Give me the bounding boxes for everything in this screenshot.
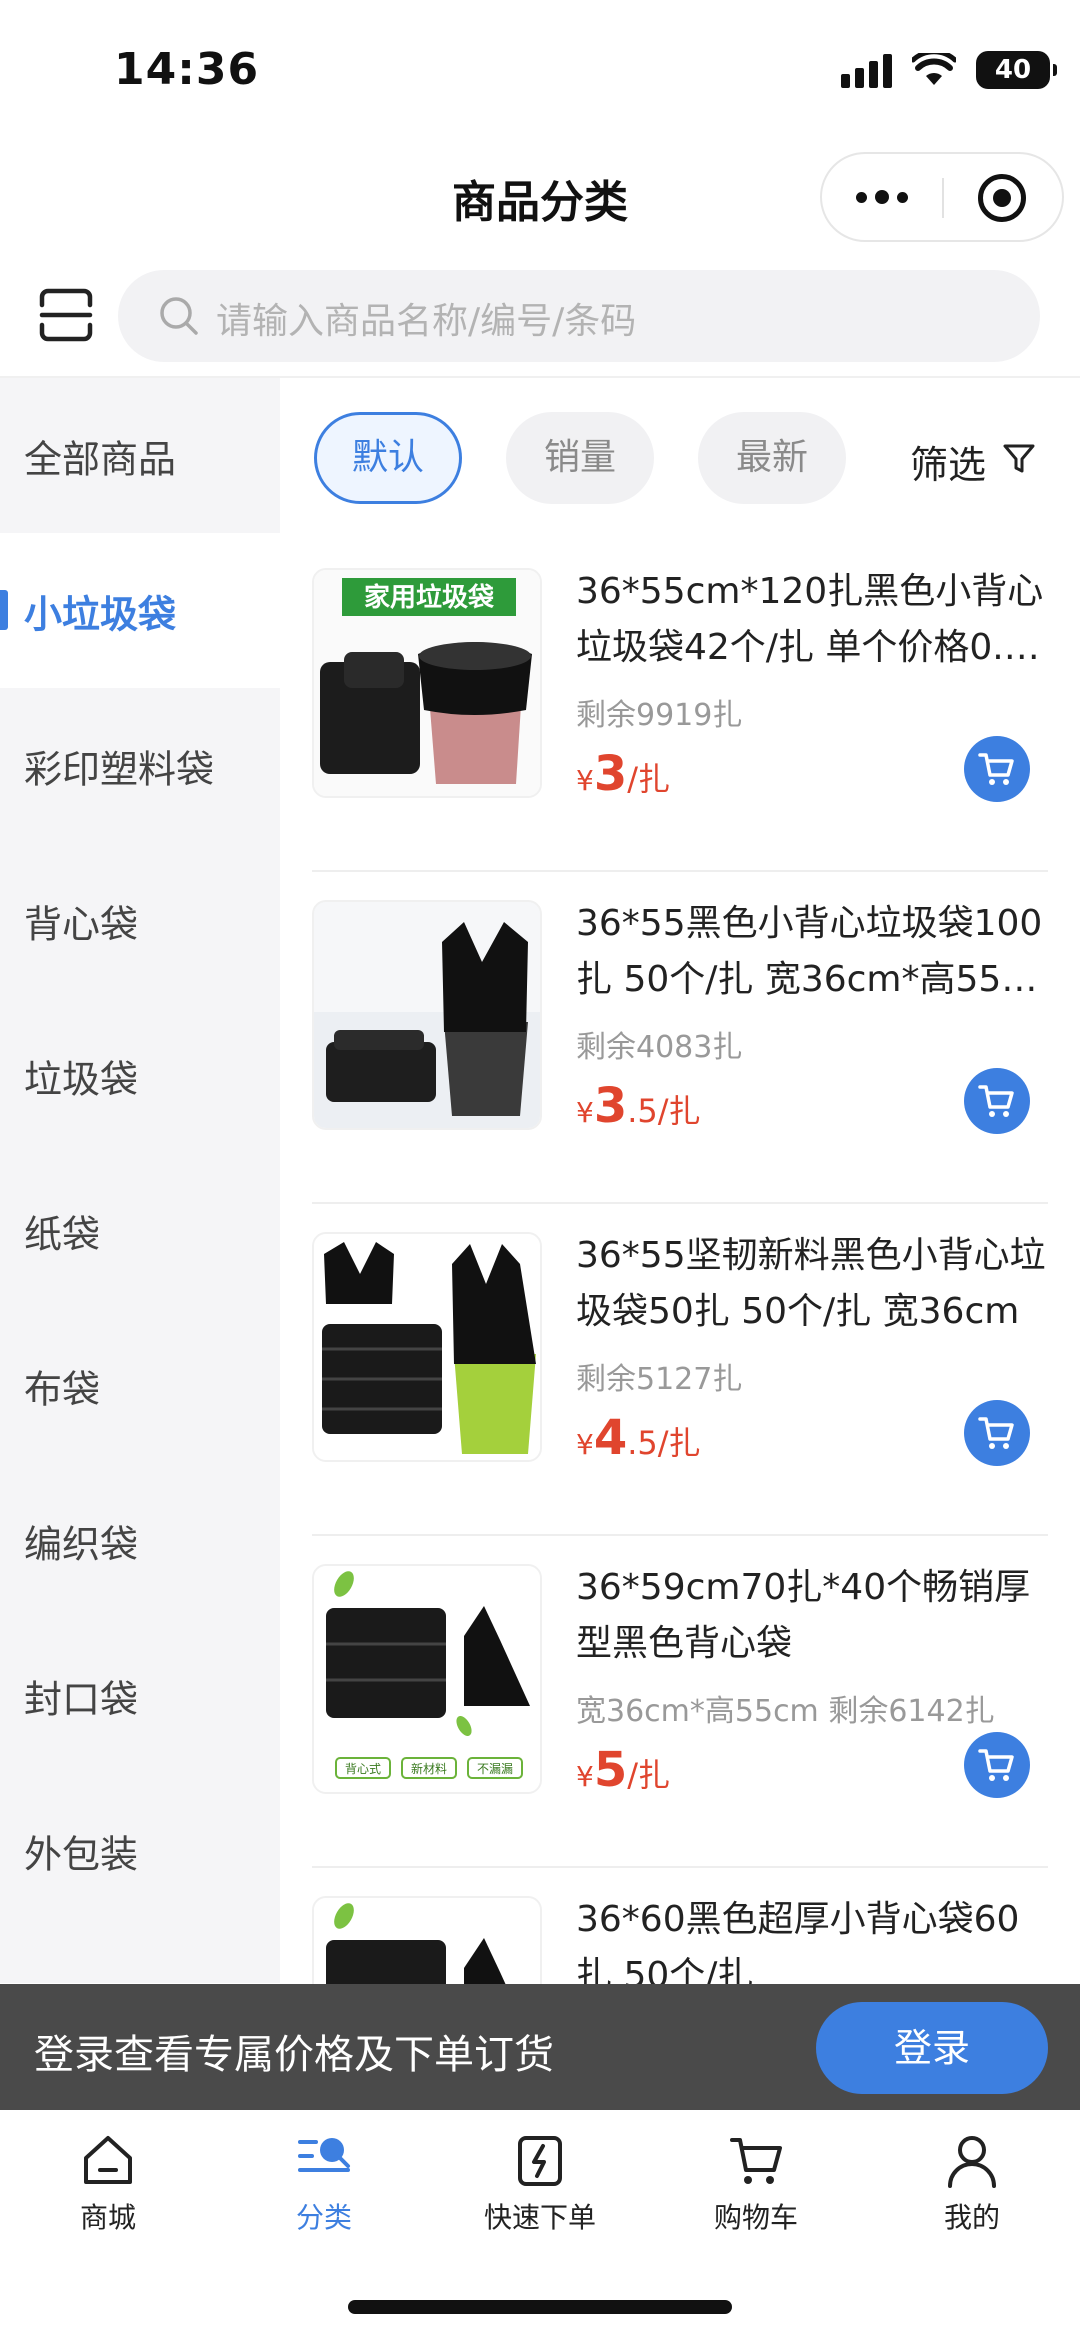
sidebar-item-paper-bags[interactable]: 纸袋 (0, 1153, 280, 1308)
product-thumb-tag: 不漏漏 (477, 1762, 513, 1776)
home-indicator (348, 2300, 732, 2314)
sort-sales-chip[interactable]: 销量 (506, 412, 654, 504)
sidebar-item-label: 外包装 (24, 1832, 139, 1876)
sidebar-item-label: 背心袋 (24, 902, 139, 946)
tab-label: 商城 (79, 2201, 136, 2234)
trash-bag-product-photo: 家用垃圾袋 (314, 570, 540, 796)
product-name: 36*55cm*120扎黑色小背心垃圾袋42个/扎 单个价格0.07 (576, 571, 1044, 668)
cart-icon (978, 1749, 1014, 1781)
category-icon (298, 2138, 350, 2172)
login-banner: 登录查看专属价格及下单订货 登录 (0, 1984, 1080, 2110)
product-price: ¥3.5/扎 (576, 1078, 701, 1134)
product-card[interactable]: 背心式 新材料 不漏漏 36*59cm70扎*40个畅销厚型黑色背心袋 宽36c… (312, 1536, 1048, 1868)
sidebar-item-label: 彩印塑料袋 (24, 747, 215, 791)
product-price: ¥4.5/扎 (576, 1410, 701, 1466)
tab-profile[interactable]: 我的 (864, 2130, 1080, 2250)
quick-order-icon (518, 2136, 562, 2186)
tab-cart[interactable]: 购物车 (648, 2130, 864, 2250)
status-bar: 14:36 40 (0, 0, 1080, 140)
tab-category[interactable]: 分类 (216, 2130, 432, 2250)
sidebar-item-label: 编织袋 (24, 1522, 139, 1566)
home-icon (84, 2136, 132, 2184)
sort-default-chip[interactable]: 默认 (314, 412, 462, 504)
product-price: ¥3/扎 (576, 746, 671, 802)
product-image[interactable]: 背心式 新材料 不漏漏 (312, 1564, 542, 1794)
sidebar-item-label: 小垃圾袋 (24, 592, 177, 636)
filter-funnel-icon[interactable] (1002, 442, 1036, 476)
sort-newest-chip[interactable]: 最新 (698, 412, 846, 504)
title-bar: 商品分类 (0, 140, 1080, 250)
tab-label: 快速下单 (483, 2201, 596, 2234)
product-price: ¥5/扎 (576, 1742, 671, 1798)
login-prompt-text: 登录查看专属价格及下单订货 (34, 2032, 554, 2078)
product-card[interactable]: 36*55黑色小背心垃圾袋100扎 50个/扎 宽36cm*高55cm 剩余40… (312, 872, 1048, 1204)
product-name: 36*55坚韧新料黑色小背心垃圾袋50扎 50个/扎 宽36cm (576, 1235, 1046, 1332)
sidebar-item-cloth-bags[interactable]: 布袋 (0, 1308, 280, 1463)
tab-label: 购物车 (713, 2201, 798, 2234)
sidebar-item-label: 全部商品 (24, 437, 177, 481)
status-time: 14:36 (114, 44, 260, 95)
sidebar-item-zip-bags[interactable]: 封口袋 (0, 1618, 280, 1773)
product-stock: 剩余9919扎 (576, 698, 743, 733)
search-input[interactable]: 请输入商品名称/编号/条码 (118, 270, 1040, 362)
sidebar-item-vest-bags[interactable]: 背心袋 (0, 843, 280, 998)
trash-bag-product-photo (314, 1234, 540, 1460)
sidebar-item-all[interactable]: 全部商品 (0, 378, 280, 533)
cart-icon (978, 1417, 1014, 1449)
sidebar-item-label: 布袋 (24, 1367, 101, 1411)
trash-bag-product-photo: 背心式 新材料 不漏漏 (314, 1566, 540, 1792)
search-icon (160, 297, 198, 335)
capsule-divider (942, 178, 944, 218)
sidebar-item-label: 纸袋 (24, 1212, 101, 1256)
search-placeholder: 请输入商品名称/编号/条码 (216, 301, 637, 342)
product-stock: 剩余4083扎 (576, 1030, 743, 1065)
filter-button[interactable]: 筛选 (910, 434, 986, 489)
add-to-cart-button[interactable] (964, 1732, 1030, 1798)
product-image[interactable] (312, 1232, 542, 1462)
add-to-cart-button[interactable] (964, 1068, 1030, 1134)
sidebar-item-label: 封口袋 (24, 1677, 139, 1721)
wifi-icon (912, 53, 956, 85)
cart-icon (730, 2138, 782, 2184)
product-thumb-tag: 新材料 (411, 1761, 447, 1776)
add-to-cart-button[interactable] (964, 1400, 1030, 1466)
product-name: 36*55黑色小背心垃圾袋100扎 50个/扎 宽36cm*高55cm (576, 903, 1043, 1000)
add-to-cart-button[interactable] (964, 736, 1030, 802)
sidebar-item-woven-bags[interactable]: 编织袋 (0, 1463, 280, 1618)
product-stock: 宽36cm*高55cm 剩余6142扎 (576, 1694, 995, 1729)
sort-filter-bar: 默认 销量 最新 筛选 (280, 378, 1080, 538)
more-options-icon[interactable] (822, 154, 942, 240)
product-card[interactable]: 36*55坚韧新料黑色小背心垃圾袋50扎 50个/扎 宽36cm 剩余5127扎… (312, 1204, 1048, 1536)
miniprogram-capsule (820, 152, 1064, 242)
tab-quick-order[interactable]: 快速下单 (432, 2130, 648, 2250)
status-icons: 40 (841, 48, 1057, 92)
sidebar-item-outer-packaging[interactable]: 外包装 (0, 1773, 280, 1928)
product-card[interactable]: 家用垃圾袋 36*55cm*120扎黑色小背心垃圾袋42个/扎 单个价格0.07… (312, 540, 1048, 872)
product-image[interactable]: 家用垃圾袋 (312, 568, 542, 798)
product-thumb-badge: 家用垃圾袋 (364, 582, 495, 613)
cellular-signal-icon (841, 52, 892, 88)
close-miniprogram-icon[interactable] (978, 174, 1026, 222)
tab-label: 分类 (295, 2201, 352, 2234)
sidebar-item-trash-bags[interactable]: 垃圾袋 (0, 998, 280, 1153)
product-image[interactable] (312, 900, 542, 1130)
tab-label: 我的 (943, 2201, 1000, 2234)
sidebar-item-small-trash-bags[interactable]: 小垃圾袋 (0, 533, 280, 688)
sidebar-item-printed-bags[interactable]: 彩印塑料袋 (0, 688, 280, 843)
tab-home[interactable]: 商城 (0, 2130, 216, 2250)
sidebar-item-label: 垃圾袋 (24, 1057, 139, 1101)
scan-icon[interactable] (38, 287, 94, 343)
product-thumb-tag: 背心式 (345, 1762, 381, 1776)
category-sidebar: 全部商品 小垃圾袋 彩印塑料袋 背心袋 垃圾袋 纸袋 布袋 编织袋 封口袋 外包… (0, 378, 280, 1983)
cart-icon (978, 753, 1014, 785)
search-row: 请输入商品名称/编号/条码 (0, 265, 1080, 365)
login-button[interactable]: 登录 (816, 2002, 1048, 2094)
battery-icon: 40 (976, 51, 1057, 89)
profile-icon (948, 2136, 996, 2188)
product-stock: 剩余5127扎 (576, 1362, 743, 1397)
product-name: 36*59cm70扎*40个畅销厚型黑色背心袋 (576, 1567, 1031, 1664)
cart-icon (978, 1085, 1014, 1117)
trash-bag-product-photo (314, 902, 540, 1128)
